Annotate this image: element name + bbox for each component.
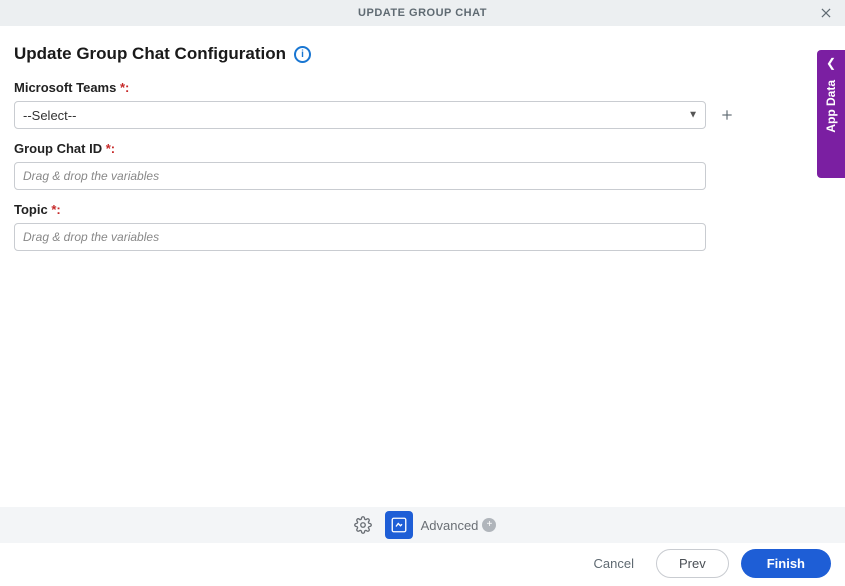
close-icon bbox=[819, 6, 833, 20]
dialog-header: UPDATE GROUP CHAT bbox=[0, 0, 845, 26]
app-data-label: App Data bbox=[824, 80, 838, 133]
plus-circle-icon: + bbox=[482, 518, 496, 532]
chevron-left-icon: ❮ bbox=[826, 56, 836, 70]
input-topic[interactable] bbox=[14, 223, 706, 251]
cancel-button[interactable]: Cancel bbox=[584, 550, 644, 577]
app-data-panel-toggle[interactable]: ❮ App Data bbox=[817, 50, 845, 178]
dialog: UPDATE GROUP CHAT Update Group Chat Conf… bbox=[0, 0, 845, 586]
select-microsoft-teams[interactable]: --Select-- bbox=[14, 101, 706, 129]
page-heading-row: Update Group Chat Configuration i bbox=[14, 44, 831, 64]
config-icon bbox=[390, 516, 408, 534]
advanced-text: Advanced bbox=[421, 518, 479, 533]
label-topic: Topic *: bbox=[14, 202, 831, 217]
advanced-toggle[interactable]: Advanced + bbox=[421, 518, 497, 533]
add-connection-button[interactable] bbox=[716, 104, 738, 126]
prev-button[interactable]: Prev bbox=[656, 549, 729, 578]
info-icon[interactable]: i bbox=[294, 46, 311, 63]
finish-button[interactable]: Finish bbox=[741, 549, 831, 578]
label-microsoft-teams: Microsoft Teams *: bbox=[14, 80, 831, 95]
advanced-toolbar: Advanced + bbox=[0, 507, 845, 543]
field-microsoft-teams: Microsoft Teams *: --Select-- ▼ bbox=[14, 80, 831, 129]
field-group-chat-id: Group Chat ID *: bbox=[14, 141, 831, 190]
dialog-title: UPDATE GROUP CHAT bbox=[358, 7, 487, 19]
page-title: Update Group Chat Configuration bbox=[14, 44, 286, 64]
settings-button[interactable] bbox=[349, 511, 377, 539]
input-group-chat-id[interactable] bbox=[14, 162, 706, 190]
dialog-body: Update Group Chat Configuration i Micros… bbox=[0, 26, 845, 251]
dialog-footer: Cancel Prev Finish bbox=[14, 543, 831, 583]
gear-icon bbox=[354, 516, 372, 534]
select-microsoft-teams-value: --Select-- bbox=[23, 108, 76, 123]
label-group-chat-id: Group Chat ID *: bbox=[14, 141, 831, 156]
select-microsoft-teams-wrap: --Select-- ▼ bbox=[14, 101, 706, 129]
close-button[interactable] bbox=[813, 0, 839, 26]
row-microsoft-teams: --Select-- ▼ bbox=[14, 101, 831, 129]
field-topic: Topic *: bbox=[14, 202, 831, 251]
config-tab-button[interactable] bbox=[385, 511, 413, 539]
plus-icon bbox=[720, 108, 734, 122]
